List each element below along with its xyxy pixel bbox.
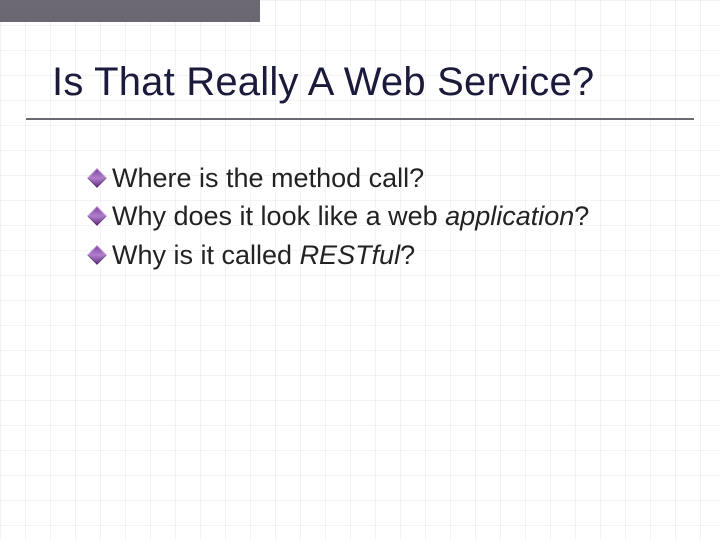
text-post: ? (574, 201, 589, 231)
bullet-list: Where is the method call? Why does it lo… (90, 160, 680, 275)
text-italic: application (445, 201, 574, 231)
diamond-bullet-icon (87, 207, 107, 227)
list-item-text: Where is the method call? (112, 160, 680, 196)
top-accent-bar (0, 0, 260, 22)
list-item-text: Why is it called RESTful? (112, 237, 680, 273)
text-italic: RESTful (300, 240, 401, 270)
slide: Is That Really A Web Service? Where is t… (0, 0, 720, 540)
list-item: Why is it called RESTful? (90, 237, 680, 273)
list-item: Where is the method call? (90, 160, 680, 196)
text-plain: Why is it called (112, 240, 300, 270)
text-post: ? (400, 240, 415, 270)
diamond-bullet-icon (87, 168, 107, 188)
text-plain: Why does it look like a web (112, 201, 445, 231)
list-item: Why does it look like a web application? (90, 198, 680, 234)
diamond-bullet-icon (87, 245, 107, 265)
slide-title: Is That Really A Web Service? (52, 60, 680, 105)
list-item-text: Why does it look like a web application? (112, 198, 680, 234)
text-plain: Where is the method call? (112, 163, 424, 193)
title-divider (26, 118, 694, 120)
